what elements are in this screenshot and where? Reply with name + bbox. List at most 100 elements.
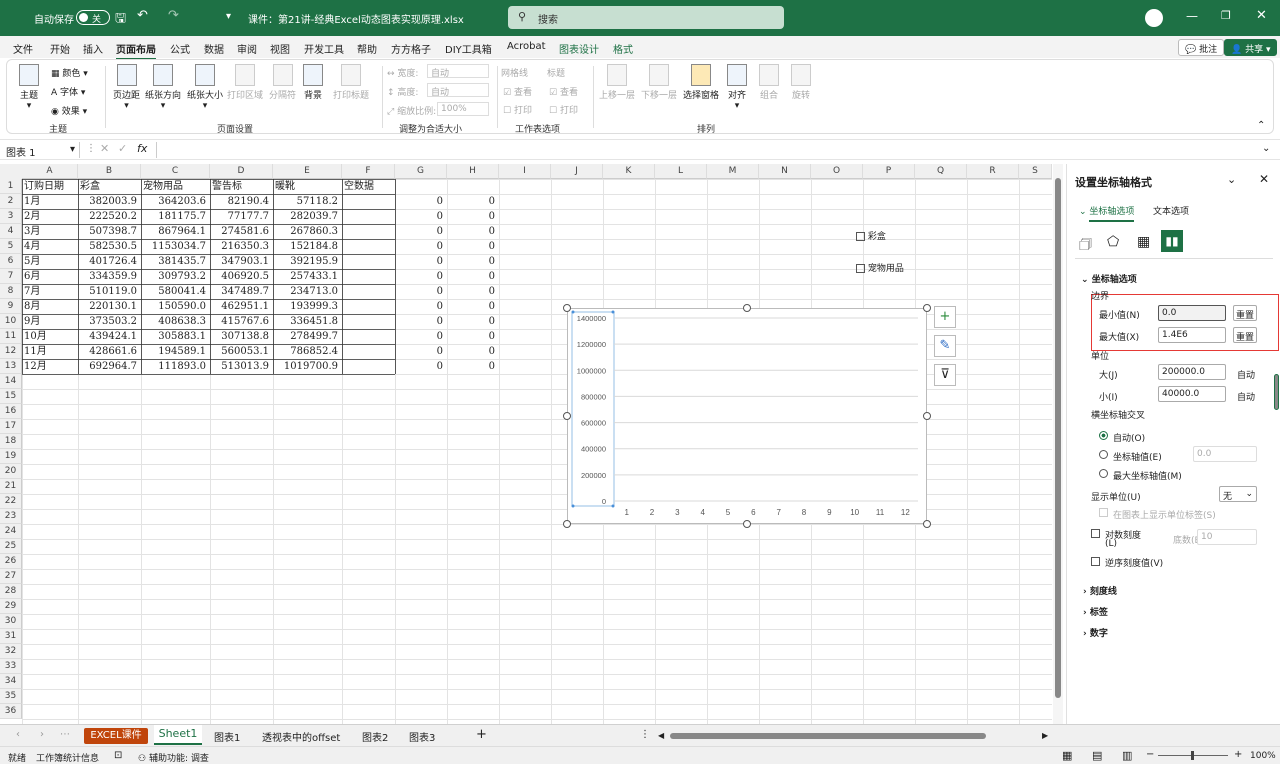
max-input[interactable]: 1.4E6 [1158, 327, 1226, 343]
select-all-corner[interactable] [0, 164, 22, 179]
redo-icon[interactable]: ↷ [168, 8, 179, 23]
x-tick-label[interactable]: 8 [802, 508, 807, 517]
value-cell[interactable]: 381435.7 [143, 254, 206, 269]
header-cell[interactable]: 宠物用品 [143, 179, 208, 194]
row-header-26[interactable]: 26 [0, 554, 22, 569]
scroll-left-icon[interactable]: ◀ [658, 731, 664, 740]
y-tick-label[interactable]: 800000 [581, 392, 606, 401]
base-input[interactable]: 10 [1197, 529, 1257, 545]
headings-print-check[interactable]: ☐ 打印 [549, 103, 578, 116]
height-select[interactable]: 自动 [427, 83, 489, 98]
x-tick-label[interactable]: 9 [827, 508, 832, 517]
g-cell[interactable]: 0 [397, 299, 443, 314]
value-cell[interactable]: 77177.7 [212, 209, 269, 224]
date-cell[interactable]: 2月 [24, 209, 74, 224]
row-header-9[interactable]: 9 [0, 299, 22, 314]
row-header-34[interactable]: 34 [0, 674, 22, 689]
minor-auto[interactable]: 自动 [1237, 390, 1255, 403]
width-select[interactable]: 自动 [427, 64, 489, 79]
column-header-N[interactable]: N [759, 164, 811, 179]
value-cell[interactable]: 1153034.7 [143, 239, 206, 254]
chart-resize-handle[interactable] [743, 304, 751, 312]
column-header-E[interactable]: E [273, 164, 342, 179]
date-cell[interactable]: 11月 [24, 344, 74, 359]
next-sheet-icon[interactable]: › [40, 729, 44, 740]
headings-view-check[interactable]: ☑ 查看 [549, 85, 578, 98]
y-tick-label[interactable]: 400000 [581, 445, 606, 454]
fonts-button[interactable]: A 字体 ▾ [51, 85, 85, 98]
gridlines-print-check[interactable]: ☐ 打印 [503, 103, 532, 116]
row-header-20[interactable]: 20 [0, 464, 22, 479]
date-cell[interactable]: 4月 [24, 239, 74, 254]
enter-icon[interactable]: ✓ [118, 142, 127, 155]
g-cell[interactable]: 0 [397, 224, 443, 239]
menu-help[interactable]: 帮助 [357, 41, 377, 56]
cancel-icon[interactable]: ✕ [100, 142, 109, 155]
horizontal-scrollbar-thumb[interactable] [670, 733, 986, 739]
g-cell[interactable]: 0 [397, 284, 443, 299]
rotate-button[interactable]: 旋转 [791, 64, 811, 101]
x-tick-label[interactable]: 4 [700, 508, 705, 517]
value-cell[interactable]: 392195.9 [275, 254, 338, 269]
column-header-M[interactable]: M [707, 164, 759, 179]
zoom-level[interactable]: 100% [1250, 751, 1276, 761]
tab-axis-options[interactable]: ⌄ 坐标轴选项 [1079, 204, 1135, 222]
print-area-button[interactable]: 打印区域 [227, 64, 263, 101]
file-name[interactable]: 课件：第21讲-经典Excel动态图表实现原理.xlsx [248, 11, 464, 26]
row-header-2[interactable]: 2 [0, 194, 22, 209]
column-header-A[interactable]: A [22, 164, 78, 179]
more-sheets-icon[interactable]: ⋯ [60, 729, 70, 740]
column-header-O[interactable]: O [811, 164, 863, 179]
column-header-S[interactable]: S [1019, 164, 1052, 179]
value-cell[interactable]: 278499.7 [275, 329, 338, 344]
row-header-15[interactable]: 15 [0, 389, 22, 404]
y-tick-label[interactable]: 1000000 [577, 366, 606, 375]
row-header-22[interactable]: 22 [0, 494, 22, 509]
row-header-14[interactable]: 14 [0, 374, 22, 389]
header-cell[interactable]: 空数据 [344, 179, 393, 194]
row-header-3[interactable]: 3 [0, 209, 22, 224]
cross-max-radio[interactable] [1099, 469, 1108, 478]
tab-excel-kejian[interactable]: EXCEL课件 [84, 728, 148, 744]
value-cell[interactable]: 347903.1 [212, 254, 269, 269]
checkbox-pet[interactable]: 宠物用品 [856, 261, 904, 274]
column-header-K[interactable]: K [603, 164, 655, 179]
row-header-31[interactable]: 31 [0, 629, 22, 644]
pane-close-icon[interactable]: ✕ [1259, 172, 1269, 186]
value-cell[interactable]: 220130.1 [80, 299, 137, 314]
cross-value-radio[interactable] [1099, 450, 1108, 459]
value-cell[interactable]: 234713.0 [275, 284, 338, 299]
g-cell[interactable]: 0 [397, 329, 443, 344]
value-cell[interactable]: 408638.3 [143, 314, 206, 329]
row-header-21[interactable]: 21 [0, 479, 22, 494]
tab-chart3[interactable]: 图表3 [409, 729, 435, 744]
row-header-28[interactable]: 28 [0, 584, 22, 599]
value-cell[interactable]: 560053.1 [212, 344, 269, 359]
fill-line-icon[interactable]: 🗇 [1079, 234, 1092, 258]
value-cell[interactable]: 222520.2 [80, 209, 137, 224]
date-cell[interactable]: 12月 [24, 359, 74, 374]
row-header-5[interactable]: 5 [0, 239, 22, 254]
column-header-H[interactable]: H [447, 164, 499, 179]
chart-resize-handle[interactable] [563, 304, 571, 312]
value-cell[interactable]: 406920.5 [212, 269, 269, 284]
bring-forward-button[interactable]: 上移一层 [599, 64, 635, 101]
column-header-F[interactable]: F [342, 164, 395, 179]
vertical-scrollbar[interactable] [1053, 164, 1063, 724]
theme-button[interactable]: 主题 ▾ [19, 64, 39, 111]
value-cell[interactable]: 462951.1 [212, 299, 269, 314]
zoom-slider-thumb[interactable] [1191, 751, 1194, 760]
line-chart[interactable]: 1400000120000010000008000006000004000002… [568, 309, 928, 525]
row-header-17[interactable]: 17 [0, 419, 22, 434]
column-header-Q[interactable]: Q [915, 164, 967, 179]
close-icon[interactable]: ✕ [1256, 8, 1267, 23]
value-cell[interactable]: 305883.1 [143, 329, 206, 344]
row-header-25[interactable]: 25 [0, 539, 22, 554]
value-cell[interactable]: 347489.7 [212, 284, 269, 299]
cross-value-input[interactable]: 0.0 [1193, 446, 1257, 462]
value-cell[interactable]: 193999.3 [275, 299, 338, 314]
value-cell[interactable]: 510119.0 [80, 284, 137, 299]
menu-view[interactable]: 视图 [270, 41, 290, 56]
h-cell[interactable]: 0 [449, 224, 495, 239]
chart-area[interactable]: 1400000 1200000 1000000 800000 600000 400000 2… [567, 308, 927, 524]
